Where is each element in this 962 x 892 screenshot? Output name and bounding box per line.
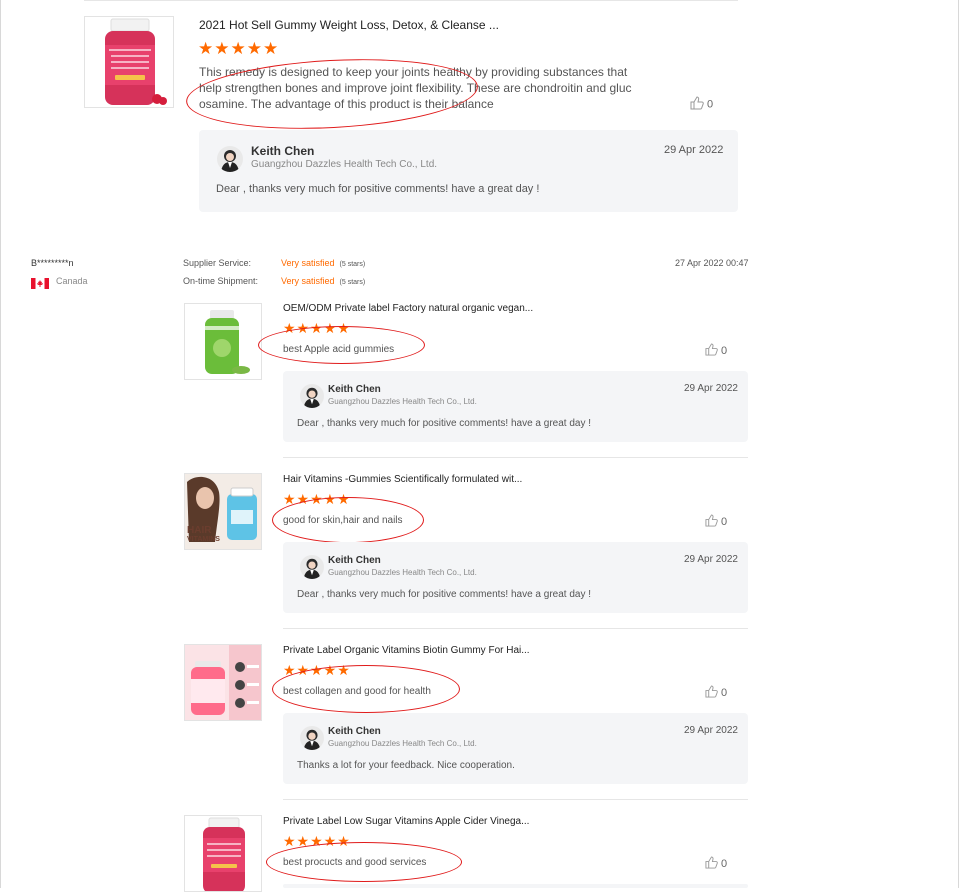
like-count: 0: [721, 686, 728, 699]
like-button[interactable]: 0: [705, 343, 727, 359]
shipment-stars: (5 stars): [339, 279, 366, 286]
product-title[interactable]: 2021 Hot Sell Gummy Weight Loss, Detox, …: [199, 18, 499, 32]
thumbs-up-icon: [705, 514, 718, 530]
product-title[interactable]: OEM/ODM Private label Factory natural or…: [283, 303, 533, 314]
rating-stars: ★★★★★: [283, 491, 351, 507]
reply-message: Dear , thanks very much for positive com…: [216, 183, 540, 195]
product-thumbnail[interactable]: [184, 815, 262, 892]
rating-stars: ★★★★★: [283, 320, 351, 336]
green-apple-gummy-image: [205, 310, 250, 374]
like-count: 0: [721, 515, 728, 528]
like-count: 0: [721, 344, 728, 357]
replier-company[interactable]: Guangzhou Dazzles Health Tech Co., Ltd.: [328, 568, 477, 577]
shipment-label: On-time Shipment:: [183, 276, 259, 286]
like-count: 0: [721, 857, 728, 870]
review-text: best Apple acid gummies: [283, 344, 395, 355]
reply-date: 29 Apr 2022: [684, 725, 738, 736]
rating-stars: ★★★★★: [283, 833, 351, 849]
product-thumbnail[interactable]: HAIR VITAMINS: [184, 473, 262, 550]
review-text-line: help strengthen bones and improve joint …: [199, 81, 632, 95]
product-title[interactable]: Private Label Organic Vitamins Biotin Gu…: [283, 645, 530, 656]
frame-left-border: [0, 0, 1, 888]
thumbs-up-icon: [690, 96, 704, 113]
supplier-service-label: Supplier Service:: [183, 258, 252, 268]
buyer-country: Canada: [56, 276, 88, 286]
supplier-reply: Keith Chen Guangzhou Dazzles Health Tech…: [283, 371, 748, 442]
review-text: good for skin,hair and nails: [283, 515, 403, 526]
acv-gummy-bottle-image: [105, 18, 167, 105]
thumb-caption-line: VITAMINS: [187, 536, 220, 543]
review-date: 27 Apr 2022 00:47: [675, 258, 749, 268]
rating-stars: ★★★★★: [198, 39, 280, 58]
product-thumbnail[interactable]: [184, 644, 262, 721]
top-divider: [84, 0, 738, 1]
supplier-service-stars: (5 stars): [339, 261, 366, 268]
reply-message: Thanks a lot for your feedback. Nice coo…: [297, 760, 515, 771]
buyer-name: B*********n: [31, 258, 74, 268]
product-thumbnail[interactable]: [184, 303, 262, 380]
replier-name: Keith Chen: [328, 726, 381, 737]
product-title[interactable]: Private Label Low Sugar Vitamins Apple C…: [283, 816, 529, 827]
rating-stars: ★★★★★: [283, 662, 351, 678]
thumbs-up-icon: [705, 856, 718, 872]
replier-company[interactable]: Guangzhou Dazzles Health Tech Co., Ltd.: [328, 397, 477, 406]
item-divider: [283, 457, 748, 458]
supplier-reply: [283, 884, 748, 888]
item-divider: [283, 799, 748, 800]
shipment-value: Very satisfied: [281, 276, 335, 286]
item-divider: [283, 628, 748, 629]
thumb-caption: HAIR VITAMINS: [187, 526, 220, 544]
thumbs-up-icon: [705, 343, 718, 359]
supplier-service-rating: Very satisfied (5 stars): [281, 258, 365, 268]
review-text: best collagen and good for health: [283, 686, 431, 697]
replier-name: Keith Chen: [328, 555, 381, 566]
thumb-caption-line: HAIR: [187, 525, 212, 536]
reply-message: Dear , thanks very much for positive com…: [297, 418, 592, 429]
supplier-reply: Keith Chen Guangzhou Dazzles Health Tech…: [283, 713, 748, 784]
like-button[interactable]: 0: [690, 96, 713, 113]
review-text: best procucts and good services: [283, 857, 427, 868]
supplier-reply: Keith Chen Guangzhou Dazzles Health Tech…: [199, 130, 738, 212]
product-thumbnail[interactable]: [84, 16, 174, 108]
acv-gummy-bottle-image: [203, 817, 245, 891]
replier-name: Keith Chen: [328, 384, 381, 395]
review-text-line: osamine. The advantage of this product i…: [199, 97, 494, 111]
reply-date: 29 Apr 2022: [684, 554, 738, 565]
like-button[interactable]: 0: [705, 685, 727, 701]
avatar: [300, 384, 324, 408]
product-title[interactable]: Hair Vitamins -Gummies Scientifically fo…: [283, 474, 522, 485]
shipment-rating: Very satisfied (5 stars): [281, 276, 365, 286]
replier-name: Keith Chen: [251, 144, 315, 158]
reply-date: 29 Apr 2022: [684, 383, 738, 394]
like-button[interactable]: 0: [705, 856, 727, 872]
replier-company[interactable]: Guangzhou Dazzles Health Tech Co., Ltd.: [251, 159, 437, 170]
supplier-reply: Keith Chen Guangzhou Dazzles Health Tech…: [283, 542, 748, 613]
avatar: [300, 555, 324, 579]
replier-company[interactable]: Guangzhou Dazzles Health Tech Co., Ltd.: [328, 739, 477, 748]
avatar: [217, 146, 243, 172]
biotin-gummy-image: [185, 645, 261, 720]
like-count: 0: [707, 98, 714, 111]
like-button[interactable]: 0: [705, 514, 727, 530]
thumbs-up-icon: [705, 685, 718, 701]
canada-flag-icon: [31, 276, 49, 289]
frame-right-border: [958, 0, 959, 888]
supplier-service-value: Very satisfied: [281, 258, 335, 268]
review-text-line: This remedy is designed to keep your joi…: [199, 65, 628, 79]
avatar: [300, 726, 324, 750]
reply-date: 29 Apr 2022: [664, 144, 724, 156]
reply-message: Dear , thanks very much for positive com…: [297, 589, 592, 600]
review-text: This remedy is designed to keep your joi…: [199, 64, 649, 112]
